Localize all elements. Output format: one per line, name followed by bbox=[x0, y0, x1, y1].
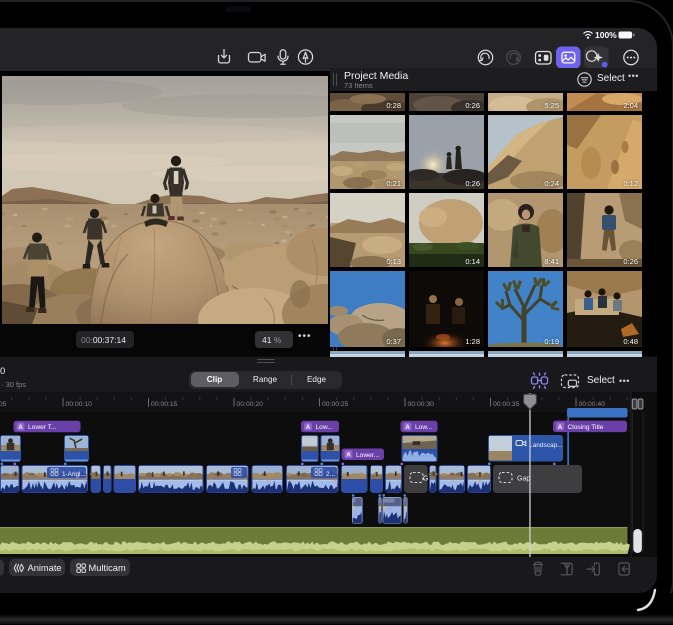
svg-text:Lower T...: Lower T... bbox=[28, 424, 57, 431]
svg-text:A: A bbox=[346, 453, 351, 459]
svg-text:Low...: Low... bbox=[415, 424, 432, 431]
svg-text:A: A bbox=[405, 425, 410, 431]
svg-text:00:00:05: 00:00:05 bbox=[0, 401, 7, 408]
svg-text:2...: 2... bbox=[326, 471, 335, 478]
svg-text:00:00:10: 00:00:10 bbox=[66, 401, 93, 408]
svg-text:00:00:20: 00:00:20 bbox=[237, 401, 264, 408]
svg-text:A: A bbox=[558, 425, 563, 431]
svg-text:Lower...: Lower... bbox=[356, 452, 379, 459]
svg-text:1-Angl...: 1-Angl... bbox=[62, 471, 86, 478]
svg-text:00:00:25: 00:00:25 bbox=[322, 401, 349, 408]
svg-text:A: A bbox=[18, 425, 23, 431]
svg-text:A: A bbox=[306, 425, 311, 431]
svg-text:Closing Title: Closing Title bbox=[568, 424, 604, 431]
svg-text:00:00:35: 00:00:35 bbox=[493, 401, 520, 408]
svg-text:Low...: Low... bbox=[316, 424, 333, 431]
svg-text:00:00:15: 00:00:15 bbox=[151, 401, 178, 408]
svg-text:Landscap...: Landscap... bbox=[529, 442, 563, 449]
svg-text:00:00:30: 00:00:30 bbox=[408, 401, 435, 408]
svg-text:Gap: Gap bbox=[517, 476, 530, 483]
svg-text:G: G bbox=[423, 476, 428, 483]
svg-text:00:00:40: 00:00:40 bbox=[579, 401, 606, 408]
